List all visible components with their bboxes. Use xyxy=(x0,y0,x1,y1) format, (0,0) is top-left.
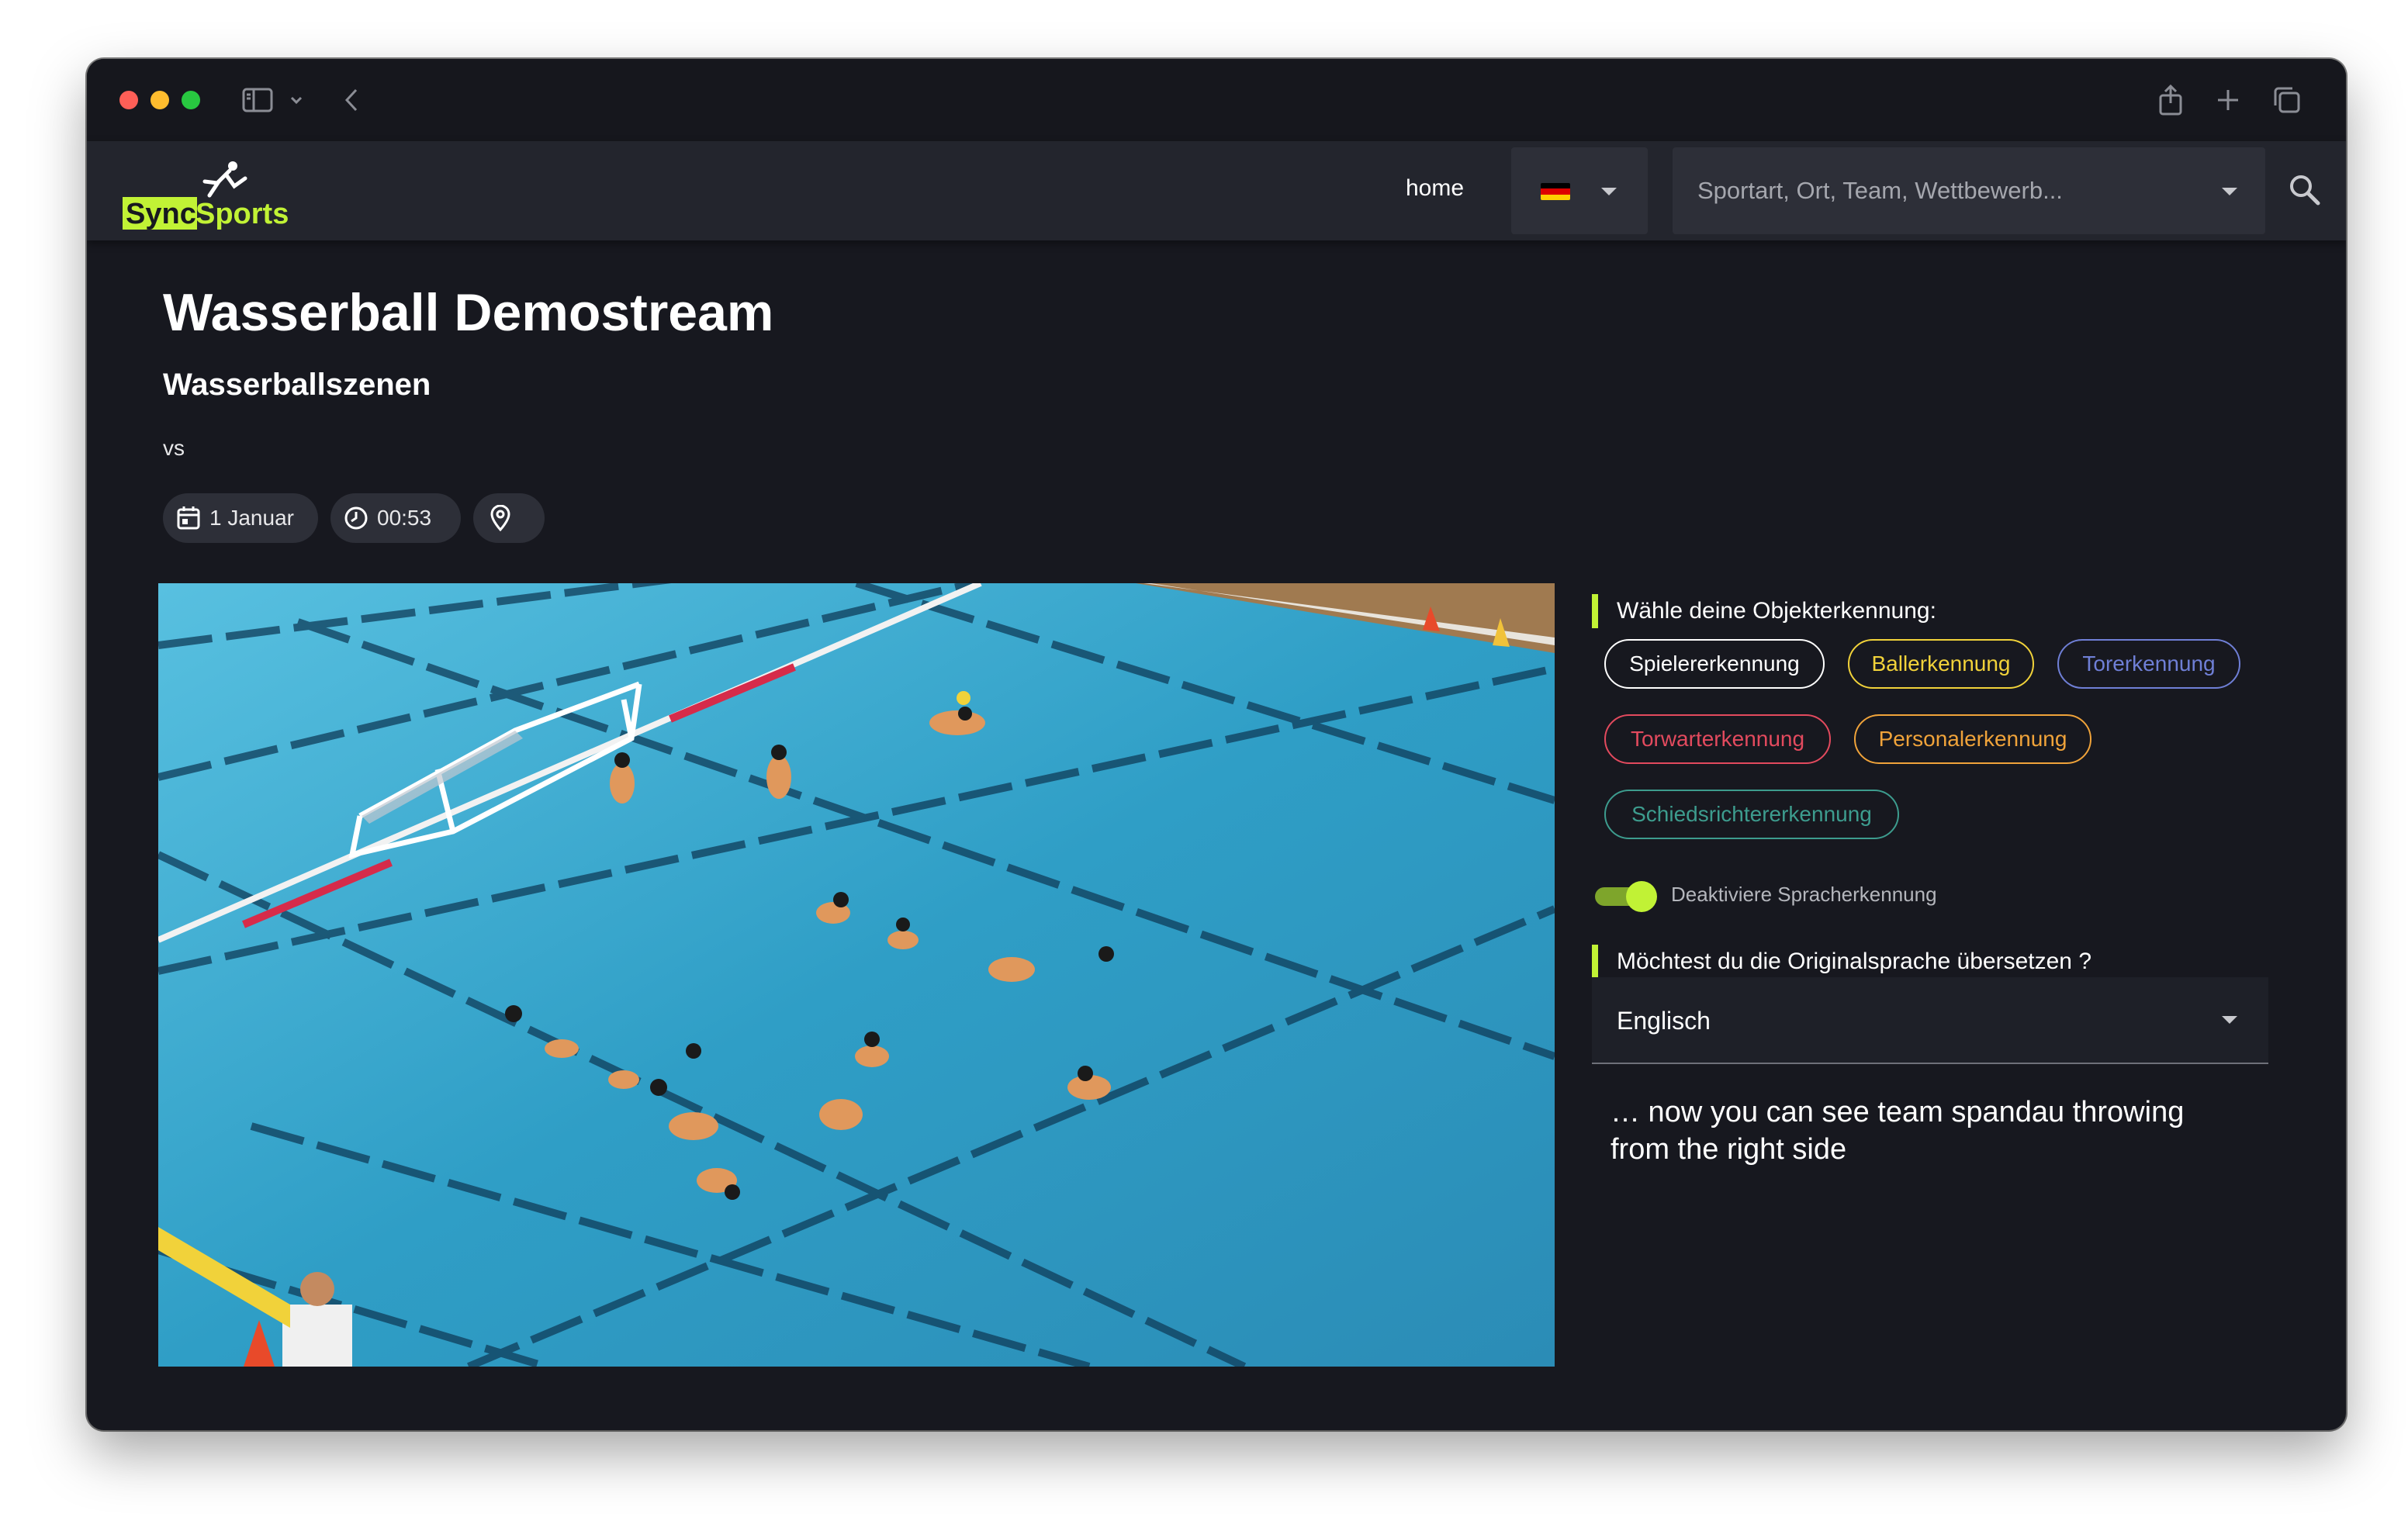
sidebar-toggle-icon[interactable] xyxy=(239,82,276,118)
video-player[interactable] xyxy=(158,583,1555,1367)
selected-language: Englisch xyxy=(1617,1007,1711,1035)
ball-detection-button[interactable]: Ballerkennung xyxy=(1848,639,2034,689)
svg-text:Sports.: Sports. xyxy=(195,198,289,230)
new-tab-icon[interactable] xyxy=(2214,82,2242,118)
time-chip: 00:53 xyxy=(330,493,461,543)
live-subtitle-text: … now you can see team spandau throwing … xyxy=(1611,1096,2185,1166)
caret-down-icon xyxy=(2222,1016,2237,1024)
detection-heading: Wähle deine Objekterkennung: xyxy=(1592,594,1936,628)
caret-down-icon xyxy=(2222,188,2237,195)
page-title: Wasserball Demostream xyxy=(163,283,774,342)
minimize-window-button[interactable] xyxy=(150,91,169,109)
back-arrow-icon[interactable] xyxy=(340,82,363,118)
search-combobox[interactable]: Sportart, Ort, Team, Wettbewerb... xyxy=(1673,147,2265,234)
germany-flag-icon xyxy=(1541,183,1570,200)
event-time: 00:53 xyxy=(377,506,432,530)
browser-window: Sync Sports. home Sportart, Ort, Team, W… xyxy=(87,59,2346,1430)
toggle-knob xyxy=(1626,881,1657,912)
search-placeholder: Sportart, Ort, Team, Wettbewerb... xyxy=(1697,177,2063,204)
referee-detection-button[interactable]: Schiedsrichtererkennung xyxy=(1604,790,1899,839)
tab-overview-icon[interactable] xyxy=(2270,82,2304,118)
syncsports-logo[interactable]: Sync Sports. xyxy=(118,155,289,233)
svg-text:Sync: Sync xyxy=(126,198,196,230)
close-window-button[interactable] xyxy=(119,91,138,109)
maximize-window-button[interactable] xyxy=(182,91,200,109)
goal-detection-button[interactable]: Torerkennung xyxy=(2057,639,2240,689)
date-chip: 1 Januar xyxy=(163,493,318,543)
goalkeeper-detection-button[interactable]: Torwarterkennung xyxy=(1604,714,1831,764)
site-navbar: Sync Sports. home Sportart, Ort, Team, W… xyxy=(87,141,2346,240)
search-icon[interactable] xyxy=(2287,172,2321,206)
clock-icon xyxy=(344,506,368,530)
translation-heading: Möchtest du die Originalsprache übersetz… xyxy=(1592,945,2091,979)
language-select[interactable] xyxy=(1511,147,1648,234)
player-detection-button[interactable]: Spielererkennung xyxy=(1604,639,1825,689)
speech-toggle-label: Deaktiviere Spracherkennung xyxy=(1671,883,1937,906)
caret-down-icon xyxy=(1601,188,1617,195)
share-icon[interactable] xyxy=(2155,82,2186,118)
event-date: 1 Januar xyxy=(209,506,294,530)
chevron-down-icon[interactable] xyxy=(287,82,306,118)
calendar-icon xyxy=(177,506,200,530)
versus-label: vs xyxy=(163,436,185,460)
translation-language-select[interactable]: Englisch xyxy=(1592,977,2268,1064)
location-chip xyxy=(473,493,545,543)
location-pin-icon xyxy=(490,505,510,531)
title-bar xyxy=(87,59,2346,141)
nav-home-link[interactable]: home xyxy=(1406,175,1464,202)
water-polo-video-frame xyxy=(158,583,1555,1367)
speech-recognition-toggle[interactable] xyxy=(1595,881,1657,912)
page-subtitle: Wasserballszenen xyxy=(163,368,431,402)
staff-detection-button[interactable]: Personalerkennung xyxy=(1854,714,2091,764)
